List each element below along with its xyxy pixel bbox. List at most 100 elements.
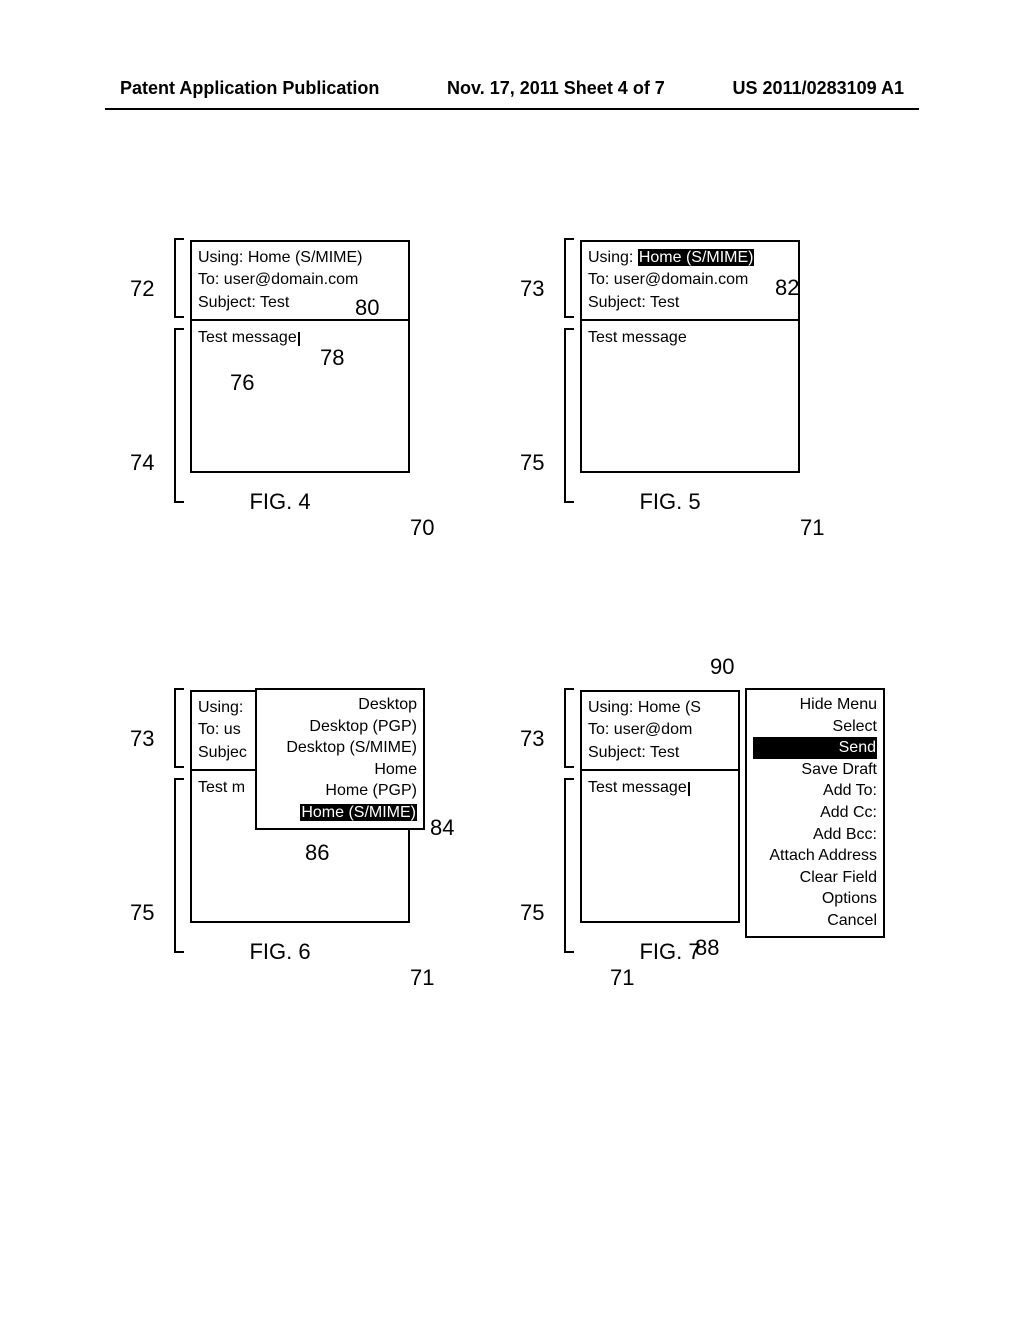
menu-item-add-bcc[interactable]: Add Bcc:	[753, 824, 877, 846]
subject-value: Test	[260, 294, 289, 311]
menu-item-clear-field[interactable]: Clear Field	[753, 867, 877, 889]
document-header: Patent Application Publication Nov. 17, …	[0, 78, 1024, 99]
reference-numeral: 73	[520, 276, 544, 302]
using-field[interactable]: Using: Home (S/MIME)	[198, 247, 402, 269]
menu-item-save-draft[interactable]: Save Draft	[753, 759, 877, 781]
to-value: user@domain.com	[614, 271, 749, 288]
header-mid: Nov. 17, 2011 Sheet 4 of 7	[447, 78, 665, 99]
menu-item-cancel[interactable]: Cancel	[753, 910, 877, 932]
subject-value: Test	[650, 744, 679, 761]
bracket-icon	[564, 238, 574, 318]
using-label: Using:	[588, 699, 633, 716]
menu-item-hide-menu[interactable]: Hide Menu	[753, 694, 877, 716]
bracket-icon	[174, 778, 184, 953]
dropdown-option-selected-text: Home (S/MIME)	[300, 804, 417, 821]
reference-numeral: 86	[305, 840, 329, 866]
to-field[interactable]: To: user@dom	[588, 719, 732, 741]
menu-item-select[interactable]: Select	[753, 716, 877, 738]
reference-numeral: 75	[130, 900, 154, 926]
body-text: Test message	[588, 329, 687, 346]
using-field[interactable]: Using: Home (S/MIME)	[588, 247, 792, 269]
menu-item-attach-address[interactable]: Attach Address	[753, 845, 877, 867]
header-left: Patent Application Publication	[120, 78, 379, 99]
to-value-partial: To: us	[198, 721, 241, 738]
reference-numeral: 78	[320, 345, 344, 371]
using-value: Home (S/MIME)	[248, 249, 363, 266]
subject-field[interactable]: Subject: Test	[588, 742, 732, 764]
body-text: Test message	[198, 329, 297, 346]
reference-numeral: 82	[775, 275, 799, 301]
reference-numeral: 73	[520, 726, 544, 752]
using-label: Using:	[198, 699, 243, 716]
bracket-icon	[564, 778, 574, 953]
menu-item-send-selected[interactable]: Send	[753, 737, 877, 759]
reference-numeral: 71	[800, 515, 824, 541]
dropdown-option[interactable]: Desktop (PGP)	[263, 716, 417, 738]
body-text: Test message	[588, 779, 687, 796]
figure-4: Using: Home (S/MIME) To: user@domain.com…	[130, 240, 510, 515]
reference-numeral: 75	[520, 900, 544, 926]
reference-numeral: 70	[410, 515, 434, 541]
reference-numeral: 80	[355, 295, 379, 321]
body-text-partial: Test m	[198, 779, 245, 796]
dropdown-option[interactable]: Home (PGP)	[263, 780, 417, 802]
figure-5: Using: Home (S/MIME) To: user@domain.com…	[520, 240, 900, 515]
bracket-icon	[174, 238, 184, 318]
dropdown-option-selected[interactable]: Home (S/MIME)	[263, 802, 417, 824]
bracket-icon	[174, 688, 184, 768]
using-label: Using:	[198, 249, 243, 266]
figure-label: FIG. 7	[560, 939, 780, 965]
figure-6: Using: To: us Subjec Test m Desktop Desk…	[130, 690, 510, 965]
dropdown-option[interactable]: Home	[263, 759, 417, 781]
subject-label: Subject:	[588, 744, 646, 761]
menu-item-send-text: Send	[753, 737, 877, 759]
figure-label: FIG. 6	[170, 939, 390, 965]
using-dropdown-menu[interactable]: Desktop Desktop (PGP) Desktop (S/MIME) H…	[255, 688, 425, 830]
compose-header-fields: Using: Home (S/MIME) To: user@domain.com…	[582, 242, 798, 321]
compose-body[interactable]: Test message	[192, 321, 408, 471]
using-value-selected: Home (S/MIME)	[638, 249, 755, 266]
reference-numeral: 74	[130, 450, 154, 476]
reference-numeral: 84	[430, 815, 454, 841]
figure-label: FIG. 4	[170, 489, 390, 515]
menu-item-options[interactable]: Options	[753, 888, 877, 910]
drawing-area: Using: Home (S/MIME) To: user@domain.com…	[0, 200, 1024, 1320]
compose-header-fields: Using: Home (S To: user@dom Subject: Tes…	[582, 692, 738, 771]
subject-label: Subject:	[588, 294, 646, 311]
context-menu[interactable]: Hide Menu Select Send Save Draft Add To:…	[745, 688, 885, 938]
compose-body[interactable]: Test message	[582, 321, 798, 471]
text-cursor-icon	[298, 332, 300, 346]
to-label: To:	[198, 271, 219, 288]
reference-numeral: 73	[130, 726, 154, 752]
subject-label: Subject:	[198, 294, 256, 311]
to-field[interactable]: To: user@domain.com	[588, 269, 792, 291]
email-compose-screen: Using: Home (S/MIME) To: user@domain.com…	[580, 240, 800, 473]
to-value: user@domain.com	[224, 271, 359, 288]
using-value-partial: Home (S	[638, 699, 701, 716]
reference-numeral: 76	[230, 370, 254, 396]
menu-item-add-cc[interactable]: Add Cc:	[753, 802, 877, 824]
compose-body[interactable]: Test message	[582, 771, 738, 921]
reference-numeral: 72	[130, 276, 154, 302]
reference-numeral: 90	[710, 654, 734, 680]
reference-numeral: 71	[410, 965, 434, 991]
header-right: US 2011/0283109 A1	[733, 78, 904, 99]
subject-value: Test	[650, 294, 679, 311]
dropdown-option[interactable]: Desktop	[263, 694, 417, 716]
reference-numeral: 71	[610, 965, 634, 991]
using-label: Using:	[588, 249, 633, 266]
bracket-icon	[564, 688, 574, 768]
dropdown-option[interactable]: Desktop (S/MIME)	[263, 737, 417, 759]
text-cursor-icon	[688, 782, 690, 796]
to-label: To:	[588, 721, 609, 738]
to-field[interactable]: To: user@domain.com	[198, 269, 402, 291]
subject-field[interactable]: Subject: Test	[588, 292, 792, 314]
reference-numeral: 75	[520, 450, 544, 476]
header-rule	[105, 108, 919, 110]
figure-label: FIG. 5	[560, 489, 780, 515]
bracket-icon	[564, 328, 574, 503]
menu-item-add-to[interactable]: Add To:	[753, 780, 877, 802]
using-field[interactable]: Using: Home (S	[588, 697, 732, 719]
to-value-partial: user@dom	[614, 721, 693, 738]
bracket-icon	[174, 328, 184, 503]
